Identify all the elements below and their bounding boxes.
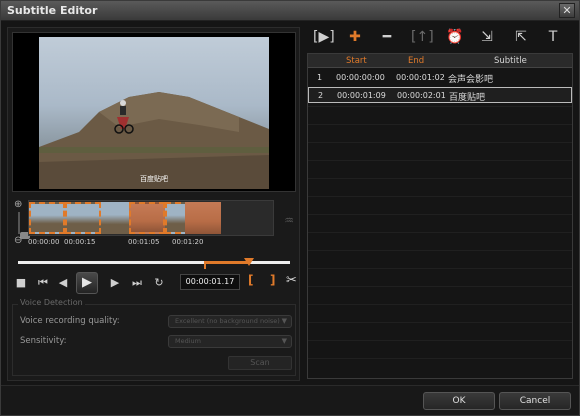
mark-out-button[interactable]: ] [270,273,275,287]
thumbnail[interactable] [65,202,101,234]
preview-panel: 百度贴吧 ⊕ ⊖ 00:00:00 00:00:15 00:01:05 00:0… [7,27,300,381]
title-bar: Subtitle Editor ✕ [1,1,579,21]
zoom-slider[interactable] [18,212,30,239]
ok-button[interactable]: OK [423,392,495,410]
chevron-down-icon: ▼ [281,317,287,325]
table-row[interactable]: 2 00:00:01:09 00:00:02:01 百度贴吧 [308,87,572,103]
voice-detection-group: Voice Detection Voice recording quality:… [12,298,296,376]
row-start-time[interactable]: 00:00:00:00 [336,73,385,82]
subtitle-editor-window: Subtitle Editor ✕ 百度贴吧 ⊕ ⊖ 00:00:00 00:0… [0,0,580,416]
subtitle-table-header: Start End Subtitle [308,54,572,68]
add-icon[interactable]: ✚ [345,27,365,47]
sensitivity-select-value: Medium [175,337,201,345]
cancel-button[interactable]: Cancel [499,392,571,410]
import-icon[interactable]: ⇲ [477,27,497,47]
audio-waveform-icon: ♒ [284,214,294,227]
column-header-start[interactable]: Start [346,56,367,66]
row-index: 2 [318,91,324,100]
zoom-out-icon[interactable]: ⊖ [14,236,24,246]
close-button[interactable]: ✕ [559,3,575,18]
quality-select-value: Excellent (no background noise) [175,317,280,325]
go-to-start-icon[interactable]: ⏮ [36,276,50,290]
timecode-label: 00:00:00 [28,238,60,246]
timecode-label: 00:01:20 [172,238,204,246]
sensitivity-select[interactable]: Medium ▼ [168,335,292,348]
previous-frame-icon[interactable]: ◀ [56,276,70,290]
subtitle-toolbar: [▶] ✚ ━ [↑] ⏰ ⇲ ⇱ T [307,25,573,51]
text-options-icon[interactable]: T [543,27,563,47]
thumbnail[interactable] [29,202,65,234]
timecode-label: 00:01:05 [128,238,160,246]
selection-range [204,261,248,264]
table-row[interactable]: 1 00:00:00:00 00:00:01:02 会声会影吧 [308,70,572,86]
export-icon[interactable]: ⇱ [511,27,531,47]
video-preview-frame: 百度贴吧 [12,32,296,192]
time-offset-icon[interactable]: ⏰ [445,27,465,47]
quality-select[interactable]: Excellent (no background noise) ▼ [168,315,292,328]
row-start-time[interactable]: 00:00:01:09 [337,91,386,100]
scan-button[interactable]: Scan [228,356,292,370]
window-title: Subtitle Editor [7,4,98,17]
dialog-footer: OK Cancel [1,385,579,415]
timecode-label: 00:00:15 [64,238,96,246]
transport-controls: ■ ⏮ ◀ ▶ ▶ ⏭ ↻ 00:00:01.17 [ ] ✂ [12,270,297,296]
timecode-display[interactable]: 00:00:01.17 [180,274,240,290]
thumbnail-strip[interactable] [28,200,274,236]
subtitle-list: Start End Subtitle 1 00:00:00:00 00:00:0… [307,53,573,379]
stop-icon[interactable]: ■ [14,276,28,290]
row-subtitle-text[interactable]: 会声会影吧 [448,72,493,85]
thumbnail[interactable] [185,202,221,234]
next-frame-icon[interactable]: ▶ [108,276,122,290]
row-index: 1 [317,73,323,82]
column-header-end[interactable]: End [408,56,424,66]
mark-in-button[interactable]: [ [248,273,253,287]
video-frame-image [39,92,269,189]
sensitivity-label: Sensitivity: [20,336,67,346]
play-button[interactable]: ▶ [76,272,98,294]
video-preview: 百度贴吧 [39,37,269,189]
join-icon[interactable]: [↑] [411,27,434,47]
remove-icon[interactable]: ━ [377,27,397,47]
play-subtitle-icon[interactable]: [▶] [313,27,335,47]
overlay-subtitle-text: 百度贴吧 [140,175,168,183]
row-end-time[interactable]: 00:00:01:02 [396,73,445,82]
column-header-subtitle[interactable]: Subtitle [494,56,527,66]
scrub-bar[interactable] [18,258,290,269]
repeat-icon[interactable]: ↻ [152,276,166,290]
thumbnail[interactable] [129,202,165,234]
clip-timeline[interactable]: ⊕ ⊖ 00:00:00 00:00:15 00:01:05 00:01:20 … [12,198,296,250]
quality-label: Voice recording quality: [20,316,120,326]
row-subtitle-text[interactable]: 百度贴吧 [449,90,485,103]
split-scissors-icon[interactable]: ✂ [286,273,297,288]
go-to-end-icon[interactable]: ⏭ [130,276,144,290]
voice-detection-legend: Voice Detection [18,298,85,307]
mark-in-indicator [204,264,206,269]
row-end-time[interactable]: 00:00:02:01 [397,91,446,100]
chevron-down-icon: ▼ [281,337,287,345]
zoom-in-icon[interactable]: ⊕ [14,200,24,210]
